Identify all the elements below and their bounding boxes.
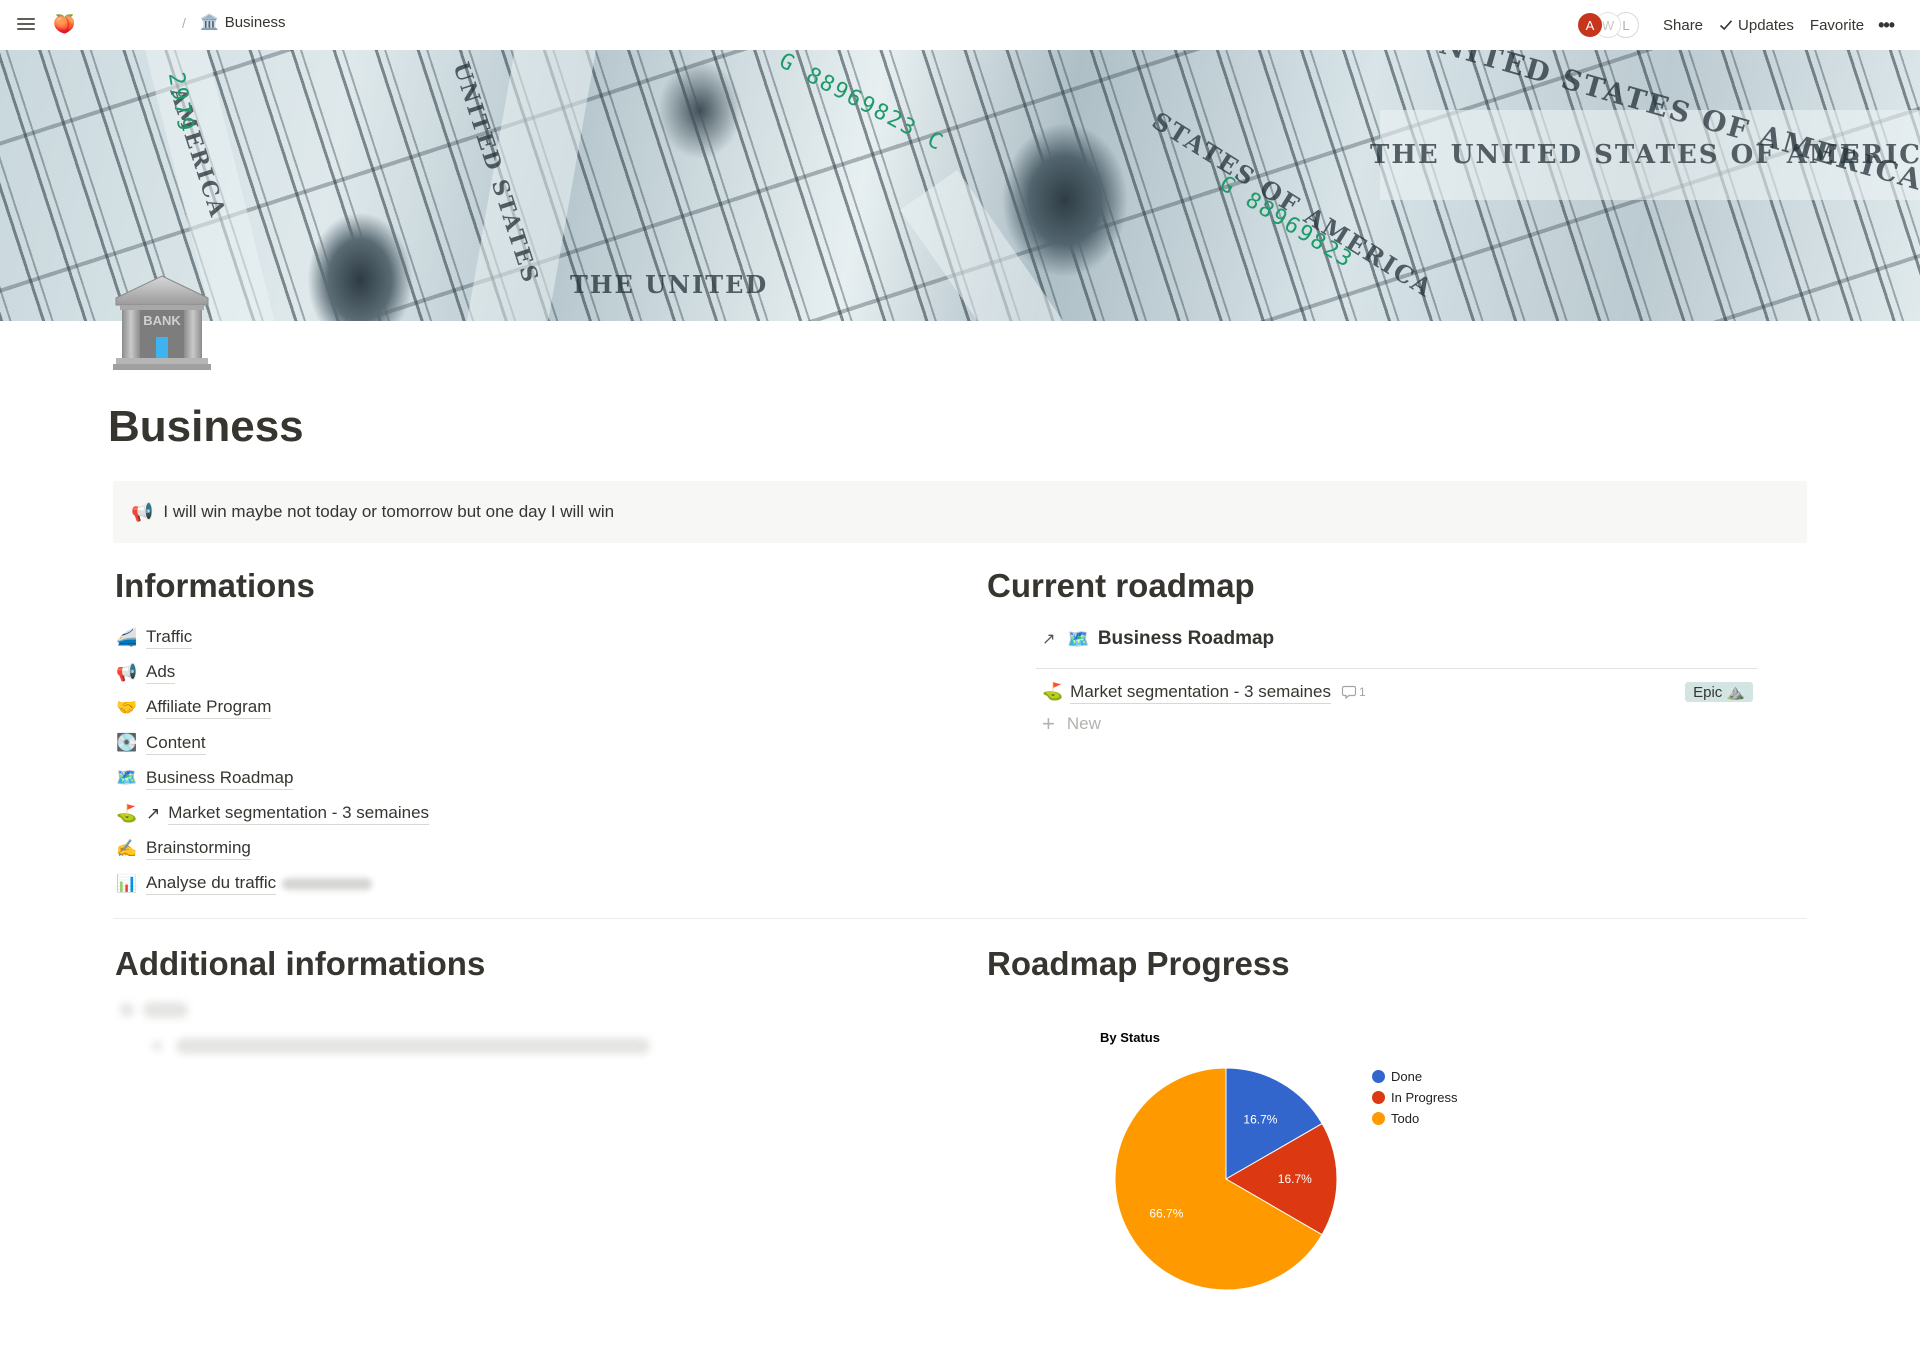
current-roadmap-heading: Current roadmap bbox=[987, 567, 1255, 604]
link-label: Affiliate Program bbox=[146, 696, 272, 720]
page-link-market-segmentation[interactable]: ⛳ ↗ Market segmentation - 3 semaines bbox=[116, 796, 430, 831]
database-title[interactable]: ↗ 🗺️ Business Roadmap bbox=[1036, 624, 1758, 654]
cover-decor: THE UNITED bbox=[570, 270, 769, 299]
comment-count[interactable]: 1 bbox=[1341, 684, 1366, 700]
sidebar-toggle-menu-icon[interactable] bbox=[17, 15, 35, 33]
legend-item-todo[interactable]: Todo bbox=[1372, 1108, 1457, 1129]
avatar[interactable]: A bbox=[1577, 12, 1603, 38]
linked-arrow-icon: ↗ bbox=[1042, 631, 1056, 648]
bank-building-icon: BANK bbox=[113, 275, 211, 370]
linked-database-business-roadmap: ↗ 🗺️ Business Roadmap ⛳ Market segmentat… bbox=[1036, 624, 1758, 739]
redacted-text bbox=[176, 1038, 650, 1054]
linked-arrow-icon: ↗ bbox=[146, 803, 161, 823]
page-icon-bank[interactable]: BANK bbox=[112, 272, 212, 372]
status-pie-chart: By Status 16.7% 16.7% 66.7% Done In Progres… bbox=[1090, 1020, 1510, 1320]
favorite-button[interactable]: Favorite bbox=[1802, 17, 1872, 34]
new-label: New bbox=[1066, 714, 1101, 733]
page-link-business-roadmap[interactable]: 🗺️ Business Roadmap bbox=[116, 761, 429, 796]
link-label: Content bbox=[146, 732, 206, 755]
megaphone-icon: 📢 bbox=[131, 501, 154, 522]
legend-label: In Progress bbox=[1391, 1090, 1458, 1105]
informations-link-list: 🚄 Traffic 📢 Ads 🤝 Affiliate Program 💽 Co… bbox=[116, 620, 430, 902]
train-icon: 🚄 bbox=[116, 627, 138, 647]
bank-icon: 🏛️ bbox=[200, 14, 219, 31]
pie-data-label: 16.7% bbox=[1278, 1172, 1312, 1186]
megaphone-icon: 📢 bbox=[116, 662, 138, 682]
new-row-button[interactable]: + New bbox=[1036, 709, 1758, 739]
tag-epic[interactable]: Epic ⛰️ bbox=[1685, 682, 1753, 702]
chart-legend: Done In Progress Todo bbox=[1372, 1066, 1457, 1129]
checkmark-icon bbox=[1719, 20, 1733, 31]
legend-label: Todo bbox=[1391, 1111, 1420, 1126]
page-link-ads[interactable]: 📢 Ads bbox=[116, 655, 429, 690]
breadcrumb-label: Business bbox=[224, 13, 286, 31]
page-link-traffic[interactable]: 🚄 Traffic bbox=[116, 620, 429, 655]
golf-flag-icon: ⛳ bbox=[1042, 682, 1064, 701]
top-bar: 🍑 / 🏛️ Business A W L Share Updates Favo… bbox=[0, 0, 1920, 50]
link-label: Business Roadmap bbox=[146, 767, 294, 790]
page-title[interactable]: Business bbox=[108, 402, 304, 452]
cover-decor bbox=[900, 169, 1084, 321]
row-name[interactable]: Market segmentation - 3 semaines bbox=[1070, 681, 1331, 704]
more-options-icon[interactable]: ••• bbox=[1872, 15, 1900, 36]
collaborator-avatars[interactable]: A W L bbox=[1577, 12, 1639, 38]
golf-flag-icon: ⛳ bbox=[116, 803, 138, 823]
mountain-icon: ⛰️ bbox=[1726, 684, 1745, 701]
updates-button[interactable]: Updates bbox=[1711, 17, 1802, 34]
comment-count-value: 1 bbox=[1358, 685, 1366, 699]
redacted-text bbox=[143, 1002, 188, 1018]
legend-swatch bbox=[1372, 1112, 1385, 1125]
breadcrumb-business[interactable]: 🏛️ Business bbox=[200, 13, 286, 32]
page-link-content[interactable]: 💽 Content bbox=[116, 726, 429, 761]
page-link-brainstorming[interactable]: ✍️ Brainstorming bbox=[116, 831, 429, 866]
legend-item-in-progress[interactable]: In Progress bbox=[1372, 1087, 1457, 1108]
legend-swatch bbox=[1372, 1091, 1385, 1104]
callout-block[interactable]: 📢 I will win maybe not today or tomorrow… bbox=[113, 481, 1807, 543]
pie-svg: 16.7% 16.7% 66.7% bbox=[1114, 1067, 1338, 1291]
breadcrumb-separator: / bbox=[182, 15, 186, 31]
roadmap-progress-heading: Roadmap Progress bbox=[987, 945, 1290, 982]
pie-data-label: 16.7% bbox=[1243, 1112, 1277, 1126]
svg-text:BANK: BANK bbox=[143, 313, 181, 328]
cover-decor: G 88969823 C bbox=[774, 50, 949, 157]
cover-decor: THE UNITED STATES OF AMERICA bbox=[1370, 140, 1920, 170]
legend-swatch bbox=[1372, 1070, 1385, 1083]
additional-informations-heading: Additional informations bbox=[115, 945, 486, 982]
database-title-label: Business Roadmap bbox=[1097, 628, 1275, 649]
topbar-actions: A W L Share Updates Favorite ••• bbox=[1577, 11, 1900, 39]
link-label: Market segmentation - 3 semaines bbox=[168, 802, 430, 826]
world-map-icon: 🗺️ bbox=[1067, 628, 1090, 649]
world-map-icon: 🗺️ bbox=[116, 768, 138, 788]
redacted-text bbox=[282, 877, 373, 890]
cover-image-dollar-bills[interactable]: THE UNITED STATES OF AMERICA THE UNITED … bbox=[0, 50, 1920, 321]
comment-icon bbox=[1341, 685, 1357, 700]
minidisc-icon: 💽 bbox=[116, 733, 138, 753]
writing-hand-icon: ✍️ bbox=[116, 838, 138, 858]
link-label: Brainstorming bbox=[146, 837, 251, 861]
updates-label: Updates bbox=[1738, 16, 1794, 34]
section-divider bbox=[113, 918, 1807, 919]
list-item[interactable]: ⛳ Market segmentation - 3 semaines 1 Epi… bbox=[1036, 675, 1758, 709]
link-label: Traffic bbox=[146, 626, 193, 650]
workspace-peach-icon[interactable]: 🍑 bbox=[53, 12, 75, 36]
share-button[interactable]: Share bbox=[1655, 17, 1711, 34]
database-divider bbox=[1036, 668, 1758, 669]
plus-icon: + bbox=[1042, 711, 1055, 736]
bar-chart-icon: 📊 bbox=[116, 873, 138, 893]
callout-text: I will win maybe not today or tomorrow b… bbox=[163, 502, 615, 521]
tag-label: Epic bbox=[1693, 683, 1723, 701]
page-link-analyse-du-traffic[interactable]: 📊 Analyse du traffic bbox=[116, 866, 429, 901]
legend-label: Done bbox=[1391, 1069, 1423, 1084]
redacted-bullet bbox=[152, 1041, 162, 1051]
legend-item-done[interactable]: Done bbox=[1372, 1066, 1457, 1087]
handshake-icon: 🤝 bbox=[116, 697, 138, 717]
page-link-affiliate-program[interactable]: 🤝 Affiliate Program bbox=[116, 690, 429, 725]
pie-data-label: 66.7% bbox=[1149, 1206, 1183, 1220]
link-label: Analyse du traffic bbox=[146, 872, 277, 896]
link-label: Ads bbox=[146, 661, 176, 685]
redacted-toggle bbox=[120, 1003, 134, 1017]
informations-heading: Informations bbox=[115, 567, 315, 604]
